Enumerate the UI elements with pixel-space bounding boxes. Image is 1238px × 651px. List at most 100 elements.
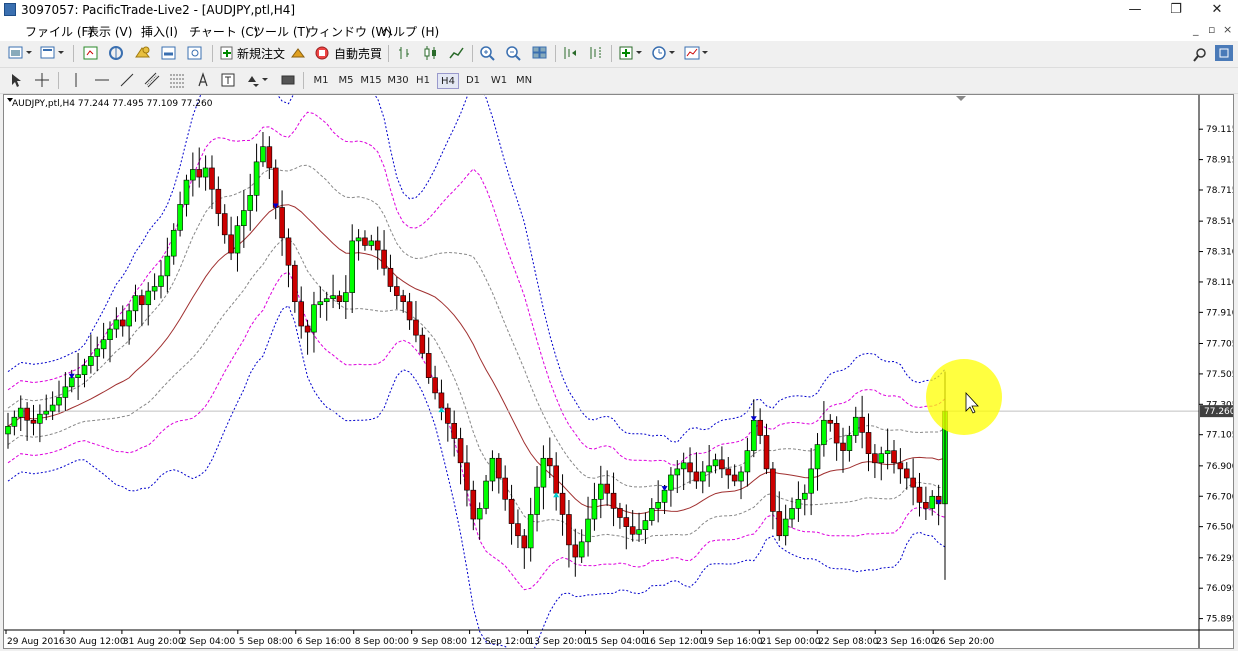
horizontal-line-icon[interactable] xyxy=(94,71,110,89)
profiles-icon[interactable] xyxy=(40,44,66,62)
chart-shift-icon[interactable] xyxy=(587,44,605,62)
candle-bear xyxy=(687,462,693,473)
candle-bear xyxy=(610,492,617,509)
candle-bear xyxy=(496,457,502,479)
crosshair-icon[interactable] xyxy=(34,71,50,89)
timeframe-m5[interactable]: M5 xyxy=(335,73,357,89)
bar-chart-icon[interactable] xyxy=(396,44,414,62)
minimize-button[interactable]: — xyxy=(1115,0,1155,20)
y-tick-label: 76.295 xyxy=(1206,554,1233,564)
new-order-button[interactable]: 新規注文 xyxy=(219,44,285,62)
candle-bear xyxy=(266,146,273,169)
tile-icon[interactable] xyxy=(531,44,549,62)
timeframe-h4[interactable]: H4 xyxy=(437,73,459,89)
restore-button[interactable]: ❐ xyxy=(1156,0,1196,20)
candle-bear xyxy=(400,295,406,303)
x-tick-label: 5 Sep 08:00 xyxy=(239,637,294,647)
candle-bear xyxy=(763,435,770,470)
navigator-icon[interactable] xyxy=(134,44,152,62)
candle-bear xyxy=(362,237,368,246)
zoom-in-icon[interactable] xyxy=(479,44,497,62)
candle-bull xyxy=(49,404,56,412)
terminal-icon[interactable] xyxy=(160,44,178,62)
candle-bull xyxy=(368,240,375,246)
candle-bear xyxy=(731,474,738,482)
tester-icon[interactable] xyxy=(186,44,204,62)
candle-bear xyxy=(604,483,610,494)
timeframe-d1[interactable]: D1 xyxy=(462,73,484,89)
search-icon[interactable] xyxy=(1192,46,1208,64)
arrows-icon[interactable] xyxy=(245,71,271,89)
menu-view[interactable]: 表示 (V) xyxy=(87,23,132,40)
mdi-close-button[interactable]: × xyxy=(1223,23,1232,36)
candle-bear xyxy=(923,502,929,509)
trendline-icon[interactable] xyxy=(119,71,135,89)
menu-tools[interactable]: ツール (T) xyxy=(253,23,310,40)
data-window-icon[interactable] xyxy=(108,44,126,62)
auto-trade-label: 自動売買 xyxy=(334,46,383,61)
candle-bull xyxy=(699,471,706,482)
timeframe-h1[interactable]: H1 xyxy=(412,73,434,89)
chart-window[interactable]: 79.115 78.915 78.715 78.510 78.310 78.110 77.9… xyxy=(3,94,1234,649)
title-bar: 3097057: PacificTrade-Live2 - [AUDJPY,pt… xyxy=(0,0,1238,20)
menu-chart[interactable]: チャート (C) xyxy=(189,23,258,40)
line-chart-icon[interactable] xyxy=(448,44,466,62)
cursor-icon[interactable] xyxy=(8,71,24,89)
rectangle-icon[interactable] xyxy=(280,71,296,89)
vertical-line-icon[interactable] xyxy=(68,71,84,89)
candle-bear xyxy=(279,207,285,239)
menu-insert[interactable]: 挿入(I) xyxy=(141,23,178,40)
menu-window[interactable]: ウィンドウ (W) xyxy=(307,23,392,40)
timeframe-m30[interactable]: M30 xyxy=(387,73,409,89)
candle-bull xyxy=(929,495,936,509)
templates-icon[interactable] xyxy=(684,44,710,62)
candle-bull xyxy=(100,339,107,350)
zoom-out-icon[interactable] xyxy=(505,44,523,62)
auto-trade-toggle-icon[interactable] xyxy=(289,44,307,62)
price-chart[interactable]: 79.115 78.915 78.715 78.510 78.310 78.110 77.9… xyxy=(4,95,1233,648)
candle-bull xyxy=(330,295,336,299)
candle-bull xyxy=(814,444,821,470)
candle-bull xyxy=(636,529,642,535)
candle-bear xyxy=(336,295,343,303)
new-chart-icon[interactable] xyxy=(8,44,34,62)
candle-bear xyxy=(827,419,834,424)
candle-bear xyxy=(285,237,292,266)
candle-bear xyxy=(553,465,559,494)
candle-bear xyxy=(438,392,445,409)
candle-bull xyxy=(11,416,18,427)
standard-toolbar: 新規注文 自動売買 xyxy=(0,41,1238,105)
candle-bull xyxy=(668,474,674,491)
menu-help[interactable]: ヘルプ (H) xyxy=(381,23,439,40)
auto-trade-button[interactable]: 自動売買 xyxy=(314,44,382,62)
auto-scroll-icon[interactable] xyxy=(561,44,579,62)
text-icon[interactable] xyxy=(195,71,211,89)
candle-bear xyxy=(215,188,222,214)
candle-bull xyxy=(158,275,164,287)
equidistant-channel-icon[interactable] xyxy=(144,71,160,89)
mdi-minimize-button[interactable]: _ xyxy=(1193,23,1199,36)
y-tick-label: 75.895 xyxy=(1206,615,1233,625)
fibonacci-icon[interactable] xyxy=(169,71,185,89)
indicators-icon[interactable] xyxy=(618,44,644,62)
candle-bull xyxy=(81,365,88,375)
timeframe-m1[interactable]: M1 xyxy=(310,73,332,89)
close-button[interactable]: ✕ xyxy=(1197,0,1237,20)
bands-layer xyxy=(7,95,946,648)
timeframe-m15[interactable]: M15 xyxy=(360,73,382,89)
mdi-restore-button[interactable]: ▫ xyxy=(1208,23,1215,36)
candle-bull xyxy=(177,204,183,231)
label-icon[interactable] xyxy=(220,71,236,89)
community-icon[interactable] xyxy=(1214,44,1234,62)
market-watch-icon[interactable] xyxy=(82,44,100,62)
timeframe-mn[interactable]: MN xyxy=(513,73,535,89)
timeframe-w1[interactable]: W1 xyxy=(488,73,510,89)
menu-file[interactable]: ファイル (F) xyxy=(25,23,93,40)
candle-bull xyxy=(655,502,661,509)
x-tick-label: 30 Aug 12:00 xyxy=(65,637,126,647)
periods-icon[interactable] xyxy=(651,44,677,62)
candlestick-icon[interactable] xyxy=(422,44,440,62)
candle-bear xyxy=(891,450,897,464)
candle-bear xyxy=(623,517,630,527)
y-tick-label: 76.700 xyxy=(1206,492,1233,502)
